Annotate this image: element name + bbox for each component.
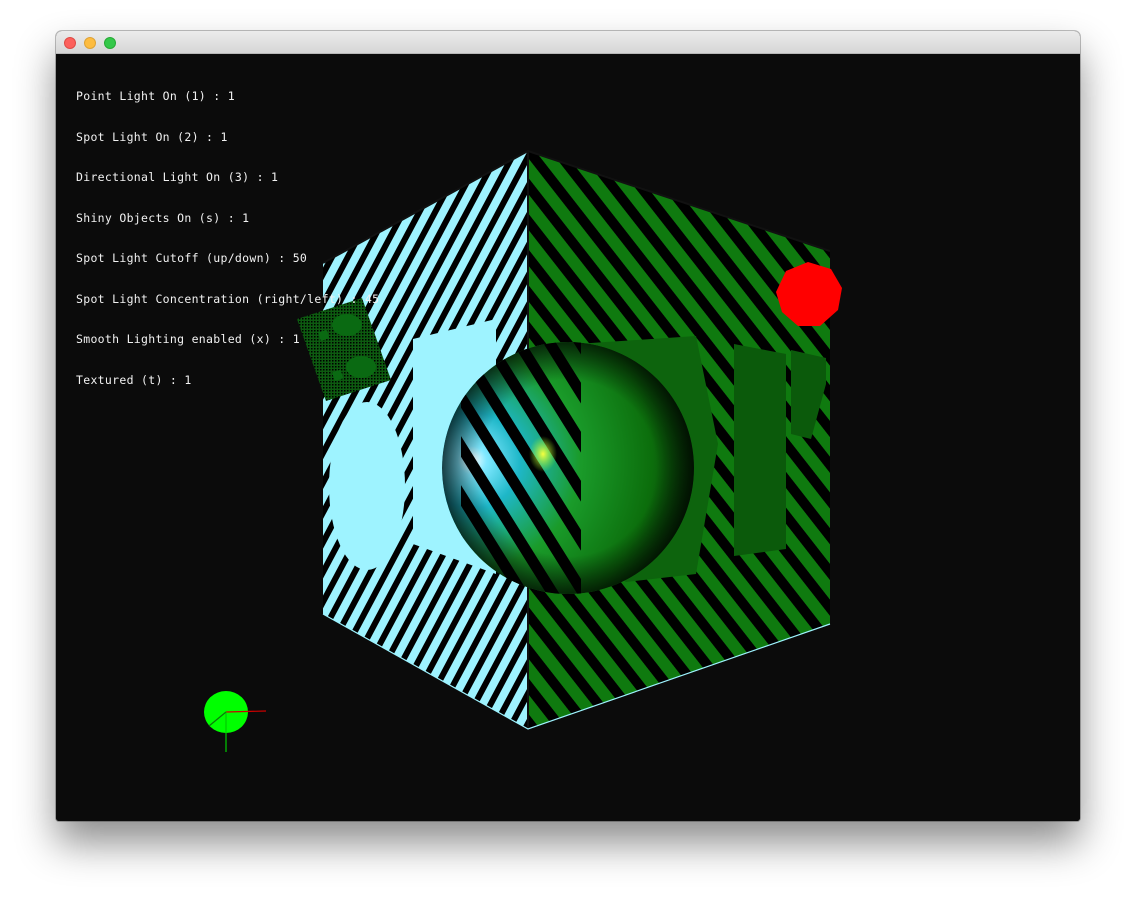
app-window: Point Light On (1) : 1 Spot Light On (2)… [56,31,1080,821]
gl-viewport[interactable]: Point Light On (1) : 1 Spot Light On (2)… [56,54,1080,821]
status-overlay: Point Light On (1) : 1 Spot Light On (2)… [76,63,379,414]
hud-line-spot-concentration: Spot Light Concentration (right/left) : … [76,291,380,306]
close-window-button[interactable] [64,37,76,49]
hud-line-smooth-lighting: Smooth Lighting enabled (x) : 1 [76,332,300,346]
title-bar[interactable] [56,31,1080,54]
hud-line-shiny-objects: Shiny Objects On (s) : 1 [76,210,250,225]
hud-line-point-light: Point Light On (1) : 1 [76,89,235,103]
minimize-window-button[interactable] [84,37,96,49]
zoom-window-button[interactable] [104,37,116,49]
hud-line-directional-light: Directional Light On (3) : 1 [76,170,279,184]
hud-line-spot-light: Spot Light On (2) : 1 [76,129,228,144]
hud-line-spot-cutoff: Spot Light Cutoff (up/down) : 50 [76,251,308,265]
axis-gizmo [204,691,267,752]
hud-line-textured: Textured (t) : 1 [76,372,192,387]
